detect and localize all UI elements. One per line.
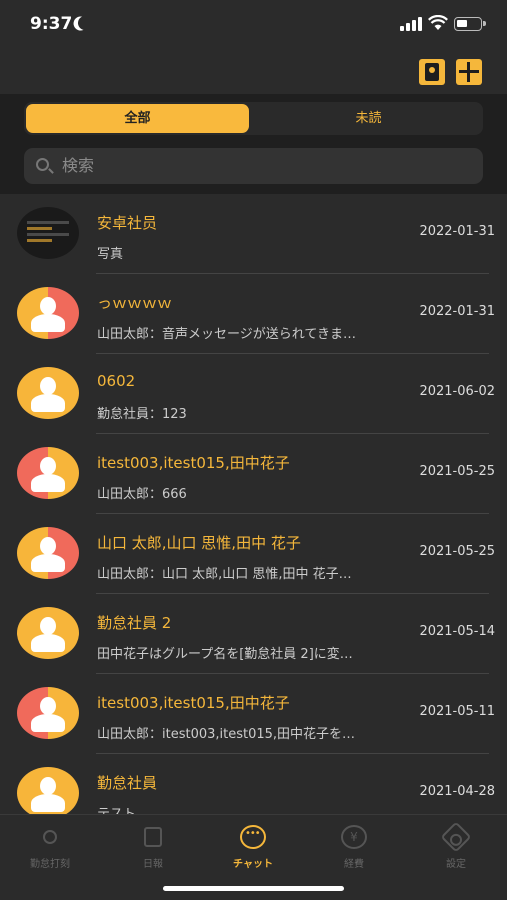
chat-date: 2021-06-02 [419, 384, 495, 399]
yen-icon: ¥ [341, 825, 367, 849]
chat-preview: 山田太郎：666 [97, 487, 187, 502]
nav-bar [0, 50, 507, 94]
avatar [17, 767, 79, 814]
chat-row[interactable]: 勤怠社員 2 田中花子はグループ名を[勤怠社員 2]に変… 2021-05-14 [0, 594, 507, 674]
moon-icon [76, 14, 94, 32]
chat-title: itest003,itest015,田中花子 [97, 694, 290, 712]
avatar [17, 367, 79, 419]
chat-preview: テスト [97, 803, 136, 814]
avatar [17, 447, 79, 499]
tab-attendance[interactable]: 勤怠打刻 [15, 825, 85, 870]
tab-chat[interactable]: チャット [218, 825, 288, 870]
chat-preview: 勤怠社員：123 [97, 407, 187, 422]
chat-row[interactable]: itest003,itest015,田中花子 山田太郎：666 2021-05-… [0, 434, 507, 514]
chat-title: itest003,itest015,田中花子 [97, 454, 290, 472]
chat-row[interactable]: っｗｗｗｗ 山田太郎：音声メッセージが送られてきま… 2022-01-31 [0, 274, 507, 354]
chat-preview: 山田太郎：山口 太郎,山口 思惟,田中 花子… [97, 567, 352, 582]
chat-row[interactable]: 勤怠社員 テスト 2021-04-28 [0, 754, 507, 814]
search-field[interactable]: 検索 [24, 148, 483, 184]
chat-title: 0602 [97, 372, 136, 390]
chat-date: 2021-05-14 [419, 624, 495, 639]
status-bar: 9:37 [0, 0, 507, 50]
filter-panel: 全部 未読 検索 [0, 94, 507, 194]
avatar [17, 287, 79, 339]
gear-icon [440, 821, 472, 853]
chat-preview: 山田太郎：itest003,itest015,田中花子を… [97, 727, 356, 742]
segmented-control: 全部 未読 [24, 102, 483, 135]
chat-row[interactable]: itest003,itest015,田中花子 山田太郎：itest003,ite… [0, 674, 507, 754]
chat-date: 2022-01-31 [419, 224, 495, 239]
wifi-icon [428, 15, 448, 30]
contacts-icon [425, 63, 439, 81]
tab-daily-report[interactable]: 日報 [118, 825, 188, 870]
segment-all[interactable]: 全部 [26, 104, 249, 133]
signal-icon [400, 17, 422, 31]
tab-label: 勤怠打刻 [30, 859, 70, 870]
avatar [17, 687, 79, 739]
chat-preview: 田中花子はグループ名を[勤怠社員 2]に変… [97, 647, 353, 662]
chat-icon [240, 825, 266, 849]
home-indicator[interactable] [163, 886, 344, 891]
segment-unread[interactable]: 未読 [257, 104, 480, 133]
add-chat-button[interactable] [456, 59, 482, 85]
chat-row[interactable]: 0602 勤怠社員：123 2021-06-02 [0, 354, 507, 434]
chat-title: 勤怠社員 [97, 774, 158, 792]
battery-icon [454, 17, 486, 31]
chat-title: っｗｗｗｗ [97, 294, 173, 312]
report-icon [140, 825, 166, 849]
chat-date: 2022-01-31 [419, 304, 495, 319]
tab-settings[interactable]: 設定 [421, 821, 491, 870]
chat-title: 勤怠社員 2 [97, 614, 172, 632]
avatar [17, 207, 79, 259]
chat-list: 安卓社员 写真 2022-01-31 っｗｗｗｗ 山田太郎：音声メッセージが送ら… [0, 194, 507, 814]
chat-date: 2021-04-28 [419, 784, 495, 799]
chat-title: 安卓社员 [97, 214, 158, 232]
chat-date: 2021-05-11 [419, 704, 495, 719]
avatar [17, 607, 79, 659]
tab-expenses[interactable]: ¥ 経費 [319, 825, 389, 870]
contacts-button[interactable] [419, 59, 445, 85]
status-time: 9:37 [30, 14, 73, 34]
chat-row[interactable]: 安卓社员 写真 2022-01-31 [0, 194, 507, 274]
chat-date: 2021-05-25 [419, 464, 495, 479]
tab-label: チャット [233, 859, 273, 870]
chat-row[interactable]: 山口 太郎,山口 思惟,田中 花子 山田太郎：山口 太郎,山口 思惟,田中 花子… [0, 514, 507, 594]
sun-icon [37, 825, 63, 849]
tab-label: 日報 [143, 859, 163, 870]
chat-preview: 山田太郎：音声メッセージが送られてきま… [97, 327, 356, 342]
search-icon [36, 158, 49, 171]
tab-label: 設定 [446, 859, 466, 870]
chat-title: 山口 太郎,山口 思惟,田中 花子 [97, 534, 301, 552]
chat-date: 2021-05-25 [419, 544, 495, 559]
tab-label: 経費 [344, 859, 364, 870]
search-input[interactable]: 検索 [62, 148, 94, 184]
chat-preview: 写真 [97, 247, 124, 262]
avatar [17, 527, 79, 579]
